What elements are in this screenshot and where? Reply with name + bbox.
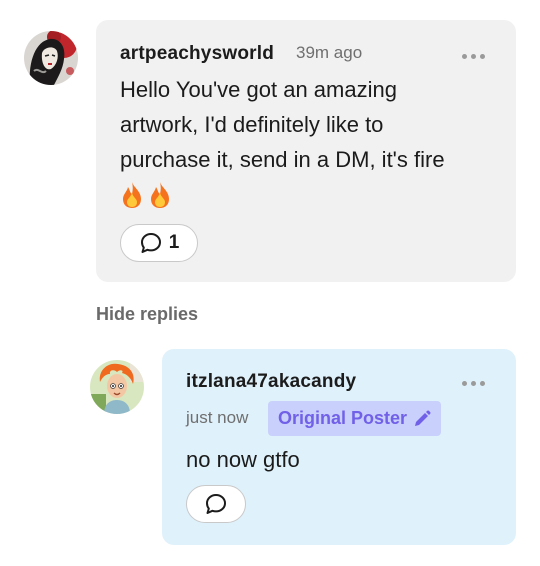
comment-username[interactable]: artpeachysworld [120,43,274,65]
fire-emoji [120,177,445,212]
reply-body: no now gtfo [186,447,300,472]
reply-username[interactable]: itzlana47akacandy [186,371,356,393]
speech-bubble-icon [206,494,226,514]
comment-body-line: Hello You've got an amazing [120,77,397,102]
comment-bubble: artpeachysworld 39m ago Hello You've got… [96,20,516,282]
comment-body-line: purchase it, send in a DM, it's fire [120,147,445,172]
reply-button[interactable] [186,485,246,523]
more-options-icon[interactable] [462,381,485,386]
comment-body-line: artwork, I'd definitely like to [120,112,384,137]
comment-body: Hello You've got an amazing artwork, I'd… [120,72,445,212]
reply-bubble: itzlana47akacandy just now no now gtfo [162,349,516,545]
reply-count-button[interactable]: 1 [120,224,198,262]
speech-bubble-icon [140,233,161,253]
comment-thread: artpeachysworld 39m ago Hello You've got… [0,0,540,566]
original-poster-badge: Original Poster [268,401,442,436]
pencil-icon [415,410,431,426]
more-options-icon[interactable] [462,54,485,59]
badge-label: Original Poster [278,408,408,428]
orange-hair-cartoon-icon [90,360,144,414]
avatar[interactable] [24,31,78,85]
hide-replies-link[interactable]: Hide replies [96,304,198,325]
fire-icon [151,181,169,208]
reply-count: 1 [168,232,180,253]
avatar[interactable] [90,360,144,414]
woman-portrait-icon [24,31,78,85]
fire-icon [123,181,141,208]
reply-timestamp: just now [186,408,249,427]
comment-timestamp: 39m ago [296,43,363,62]
